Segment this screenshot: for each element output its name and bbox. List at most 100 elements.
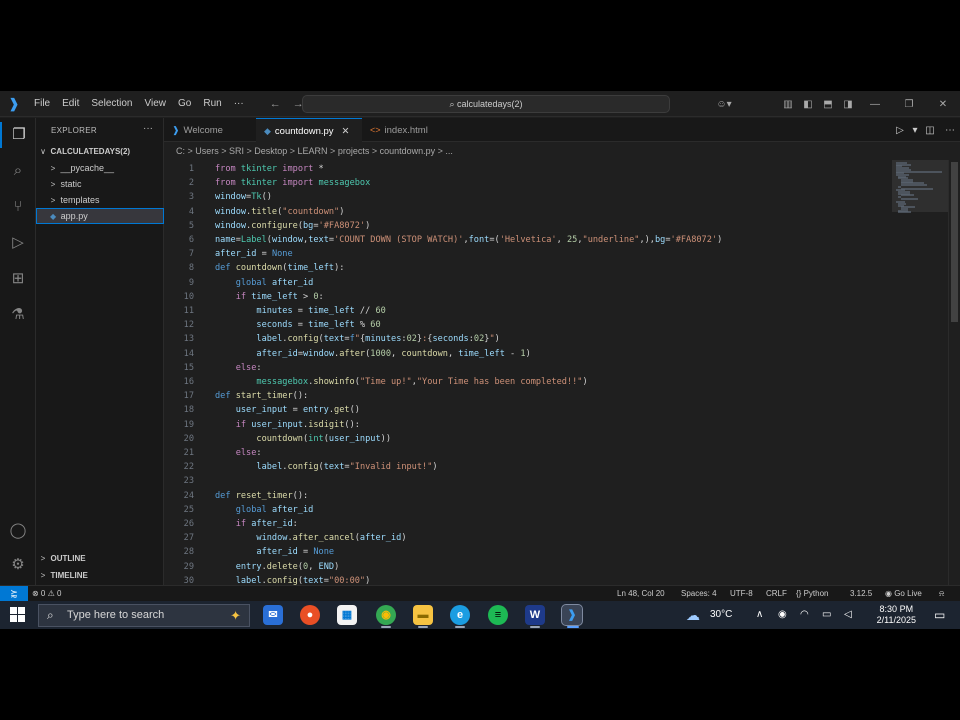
menu-more-button[interactable]: ···	[228, 98, 250, 109]
chrome-app-icon[interactable]: ◉	[376, 605, 396, 625]
code-text[interactable]: messagebox.showinfo("Time up!","Your Tim…	[215, 375, 587, 389]
chevron-up-icon[interactable]: ∧	[756, 601, 763, 629]
code-text[interactable]: label.config(text=f"{minutes:02}:{second…	[215, 332, 499, 346]
eol-status[interactable]: CRLF	[766, 586, 787, 601]
toggle-secondary-sidebar-icon[interactable]: ◨	[838, 99, 858, 110]
code-line[interactable]: 12 seconds = time_left % 60	[164, 318, 892, 332]
code-line[interactable]: 23	[164, 474, 892, 488]
command-center-search[interactable]: ⌕ calculatedays(2)	[302, 95, 670, 113]
scrollbar-thumb[interactable]	[951, 162, 958, 322]
wifi-icon[interactable]: ◠	[800, 601, 809, 629]
run-dropdown-icon[interactable]: ▾	[910, 125, 920, 136]
code-text[interactable]: else:	[215, 361, 262, 375]
code-text[interactable]: label.config(text="00:00")	[215, 574, 371, 585]
code-text[interactable]: seconds = time_left % 60	[215, 318, 380, 332]
code-line[interactable]: 29 entry.delete(0, END)	[164, 560, 892, 574]
copilot-icon[interactable]: ☺▾	[710, 99, 738, 110]
customize-layout-icon[interactable]: ▥	[778, 99, 798, 110]
source-control-icon[interactable]: ⑂	[0, 194, 36, 220]
search-icon[interactable]: ⌕	[0, 158, 36, 184]
code-text[interactable]: window.after_cancel(after_id)	[215, 531, 406, 545]
tree-item-app-py[interactable]: ◆ app.py	[36, 208, 164, 224]
code-line[interactable]: 13 label.config(text=f"{minutes:02}:{sec…	[164, 332, 892, 346]
code-line[interactable]: 19 if user_input.isdigit():	[164, 418, 892, 432]
menu-file[interactable]: File	[28, 98, 56, 109]
code-text[interactable]: global after_id	[215, 503, 314, 517]
toggle-panel-icon[interactable]: ⬒	[818, 99, 838, 110]
language-mode[interactable]: {} Python	[796, 586, 828, 601]
mail-app-icon[interactable]: ✉	[263, 605, 283, 625]
cursor-position[interactable]: Ln 48, Col 20	[617, 586, 665, 601]
code-line[interactable]: 16 messagebox.showinfo("Time up!","Your …	[164, 375, 892, 389]
tree-item-static[interactable]: > static	[36, 176, 164, 192]
code-line[interactable]: 24 def reset_timer():	[164, 489, 892, 503]
back-button[interactable]: ←	[264, 98, 287, 110]
vscode-app-icon[interactable]: ❱	[561, 604, 583, 626]
store-app-icon[interactable]: ▦	[337, 605, 357, 625]
code-text[interactable]: after_id = None	[215, 545, 334, 559]
taskbar-search[interactable]: ⌕ Type here to search ✦	[38, 604, 250, 627]
code-line[interactable]: 21 else:	[164, 446, 892, 460]
code-text[interactable]: from tkinter import *	[215, 162, 324, 176]
menu-go[interactable]: Go	[172, 98, 197, 109]
temperature[interactable]: 30°C	[710, 601, 732, 629]
notifications-bell-icon[interactable]: ⍾	[939, 586, 944, 601]
tab-countdown-py[interactable]: ◆ countdown.py ✕	[256, 118, 362, 142]
code-text[interactable]: entry.delete(0, END)	[215, 560, 340, 574]
code-line[interactable]: 9 global after_id	[164, 276, 892, 290]
code-line[interactable]: 28 after_id = None	[164, 545, 892, 559]
word-app-icon[interactable]: W	[525, 605, 545, 625]
code-text[interactable]: window=Tk()	[215, 190, 272, 204]
code-line[interactable]: 26 if after_id:	[164, 517, 892, 531]
tree-item-pycache[interactable]: > __pycache__	[36, 160, 164, 176]
folder-root[interactable]: ∨ CALCULATEDAYS(2)	[36, 143, 164, 159]
code-line[interactable]: 2 from tkinter import messagebox	[164, 176, 892, 190]
code-text[interactable]: window.title("countdown")	[215, 205, 344, 219]
code-line[interactable]: 7 after_id = None	[164, 247, 892, 261]
tab-index-html[interactable]: <> index.html	[362, 118, 442, 142]
code-text[interactable]: if user_input.isdigit():	[215, 418, 360, 432]
run-debug-icon[interactable]: ▷	[0, 230, 36, 256]
minimap[interactable]	[892, 160, 948, 585]
code-line[interactable]: 1 from tkinter import *	[164, 162, 892, 176]
code-text[interactable]: def reset_timer():	[215, 489, 308, 503]
code-line[interactable]: 17 def start_timer():	[164, 389, 892, 403]
windows-start-icon[interactable]	[10, 607, 26, 623]
tree-item-templates[interactable]: > templates	[36, 192, 164, 208]
code-line[interactable]: 15 else:	[164, 361, 892, 375]
code-line[interactable]: 18 user_input = entry.get()	[164, 403, 892, 417]
code-text[interactable]: if time_left > 0:	[215, 290, 324, 304]
code-line[interactable]: 3 window=Tk()	[164, 190, 892, 204]
code-text[interactable]: minutes = time_left // 60	[215, 304, 385, 318]
notification-center-icon[interactable]: ▭	[934, 601, 945, 629]
code-line[interactable]: 25 global after_id	[164, 503, 892, 517]
close-tab-icon[interactable]: ✕	[342, 126, 350, 137]
more-actions-icon[interactable]: ⋯	[940, 125, 960, 136]
edge-app-icon[interactable]: e	[450, 605, 470, 625]
editor-scrollbar[interactable]	[948, 160, 960, 585]
firefox-app-icon[interactable]: ●	[300, 605, 320, 625]
code-line[interactable]: 30 label.config(text="00:00")	[164, 574, 892, 585]
accounts-icon[interactable]: ◯	[0, 518, 36, 544]
code-text[interactable]: else:	[215, 446, 262, 460]
code-text[interactable]: global after_id	[215, 276, 314, 290]
go-live-button[interactable]: ◉ Go Live	[885, 586, 922, 601]
code-line[interactable]: 4 window.title("countdown")	[164, 205, 892, 219]
close-window-button[interactable]: ✕	[926, 99, 960, 110]
code-line[interactable]: 5 window.configure(bg='#FA8072')	[164, 219, 892, 233]
tab-welcome[interactable]: ❱ Welcome	[164, 118, 256, 142]
menu-view[interactable]: View	[139, 98, 173, 109]
weather-cloud-icon[interactable]: ☁	[686, 601, 700, 629]
record-icon[interactable]: ◉	[778, 601, 787, 629]
code-text[interactable]: window.configure(bg='#FA8072')	[215, 219, 370, 233]
code-line[interactable]: 20 countdown(int(user_input))	[164, 432, 892, 446]
menu-selection[interactable]: Selection	[85, 98, 138, 109]
battery-icon[interactable]: ▭	[822, 601, 831, 629]
file-explorer-app-icon[interactable]: ▬	[413, 605, 433, 625]
settings-gear-icon[interactable]: ⚙	[0, 552, 36, 578]
menu-edit[interactable]: Edit	[56, 98, 85, 109]
code-line[interactable]: 22 label.config(text="Invalid input!")	[164, 460, 892, 474]
explorer-icon[interactable]: ❐	[0, 122, 36, 148]
code-line[interactable]: 11 minutes = time_left // 60	[164, 304, 892, 318]
testing-icon[interactable]: ⚗	[0, 302, 36, 328]
